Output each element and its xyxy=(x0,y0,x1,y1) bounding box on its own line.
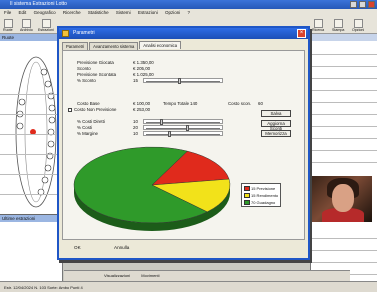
app-titlebar: Il sistema Estrazioni Lotto xyxy=(0,0,377,9)
costo-prev-checkbox[interactable] xyxy=(68,108,72,112)
toolbar-label: Stampa xyxy=(332,28,345,32)
memorizza-button[interactable]: Memorizza xyxy=(261,130,291,137)
minimize-button[interactable] xyxy=(350,1,357,8)
margine-label: % Margine xyxy=(77,131,98,136)
tab-content: Previsione Giocata € 1.350,00 Sconto € 2… xyxy=(62,50,305,240)
ok-button[interactable]: OK xyxy=(74,245,81,250)
tab-analisi-economica[interactable]: Analisi economica xyxy=(139,41,182,49)
pie-legend: 15 Previsione 15 Rendimento 70 Guadagno xyxy=(241,183,281,207)
toolbar-label: Estrazioni xyxy=(38,28,54,32)
tempo-totale-value: 140 xyxy=(190,101,198,106)
costo-prev-label: Costo Non Previsione xyxy=(74,107,117,112)
aggiorna-sconti-button[interactable]: Aggiorna Sconti xyxy=(261,120,291,131)
costi-value: 20 xyxy=(133,125,138,130)
toolbar-label: Archivio xyxy=(20,28,33,32)
prevision-label: Previsione Giocata xyxy=(77,60,114,65)
right-panel-header xyxy=(311,34,377,41)
toolbar-label: Ricerca xyxy=(312,28,325,32)
toolbar-opzioni-button[interactable] xyxy=(354,19,363,28)
costo-scon-value: 60 xyxy=(258,101,263,106)
tab-avanzamento[interactable]: Avanzamento sistema xyxy=(89,42,139,50)
toolbar-ruote-button[interactable] xyxy=(4,19,13,28)
bottom-list-title: Ultime estrazioni xyxy=(0,215,62,222)
margine-value: 10 xyxy=(133,131,138,136)
menu-item-statistiche[interactable]: Statistiche xyxy=(88,10,109,15)
legend-item: 15 Previsione xyxy=(244,186,275,192)
costi-label: % Costi xyxy=(77,125,93,130)
toolbar-stampa-button[interactable] xyxy=(334,19,343,28)
app-close-button[interactable] xyxy=(368,1,375,8)
maximize-button[interactable] xyxy=(359,1,366,8)
menu-item-sistemi[interactable]: Sistemi xyxy=(116,10,131,15)
sconto-label: Sconto xyxy=(77,66,91,71)
menu-bar: File Edit Geografico Ricerche Statistich… xyxy=(0,9,377,17)
video-thumbnail xyxy=(312,176,372,222)
costo-scon-label: Costo scon. xyxy=(228,101,252,106)
annulla-button[interactable]: Annulla xyxy=(114,245,129,250)
status-bar: Estr. 12/04/2024 N. 103 Sorte: Ambo Punt… xyxy=(0,281,377,292)
menu-item-geografico[interactable]: Geografico xyxy=(34,10,56,15)
dialog-titlebar: Parametri × xyxy=(59,28,308,39)
menu-item-edit[interactable]: Edit xyxy=(19,10,27,15)
tab-visualizzazioni[interactable]: Visualizzazioni xyxy=(104,273,130,278)
dialog-footer: OK Annulla xyxy=(62,242,305,256)
toolbar-label: Opzioni xyxy=(352,28,365,32)
dialog-tabs: Parametri Avanzamento sistema Analisi econ… xyxy=(62,41,182,50)
menu-item-help[interactable]: ? xyxy=(188,10,191,15)
bottom-tab-bar: Visualizzazioni Movimenti xyxy=(64,270,350,281)
toolbar-archivio-button[interactable] xyxy=(22,19,31,28)
left-panel-title: Ruote xyxy=(0,34,62,41)
toolbar-ricerca-button[interactable] xyxy=(314,19,323,28)
costo-prev-value: € 253,00 xyxy=(133,107,151,112)
right-panel xyxy=(310,34,377,292)
legend-item: 70 Guadagno xyxy=(244,200,275,206)
sconto-value: € 205,00 xyxy=(133,66,151,71)
parameters-dialog: Parametri × Parametri Avanzamento sistema… xyxy=(57,26,310,260)
costi-diretti-label: % Costi Diretti xyxy=(77,119,105,124)
tempo-totale-label: Tempo Totale xyxy=(163,101,190,106)
dialog-title: Parametri xyxy=(73,30,95,36)
menu-item-estrazioni[interactable]: Estrazioni xyxy=(138,10,158,15)
dialog-close-button[interactable]: × xyxy=(297,29,306,38)
tab-parametri[interactable]: Parametri xyxy=(62,42,89,50)
pie-chart xyxy=(73,146,231,231)
slider-thumb[interactable] xyxy=(178,78,182,84)
costi-slider[interactable] xyxy=(143,125,223,131)
menu-item-ricerche[interactable]: Ricerche xyxy=(63,10,81,15)
menu-item-file[interactable]: File xyxy=(4,10,11,15)
costo-base-value: € 100,00 xyxy=(133,101,151,106)
costi-diretti-value: 10 xyxy=(133,119,138,124)
legend-item: 15 Rendimento xyxy=(244,193,278,199)
pct-sconto-label: % Sconto xyxy=(77,78,96,83)
bottom-list: Ultime estrazioni xyxy=(0,214,62,281)
toolbar-label: Ruote xyxy=(3,28,13,32)
tab-movimenti[interactable]: Movimenti xyxy=(141,273,159,278)
app-title: Il sistema Estrazioni Lotto xyxy=(10,1,67,7)
salva-button[interactable]: Salva xyxy=(261,110,291,117)
prevision-value: € 1.350,00 xyxy=(133,60,154,65)
pct-sconto-slider[interactable] xyxy=(143,78,223,84)
menu-item-opzioni[interactable]: Opzioni xyxy=(165,10,180,15)
toolbar-estrazioni-button[interactable] xyxy=(42,19,51,28)
pct-sconto-value: 15 xyxy=(133,78,138,83)
costi-diretti-slider[interactable] xyxy=(143,119,223,125)
slider-thumb[interactable] xyxy=(167,131,171,137)
prev-scontata-value: € 1.025,00 xyxy=(133,72,154,77)
costo-base-label: Costo Base xyxy=(77,101,100,106)
prev-scontata-label: Previsione Scontata xyxy=(77,72,117,77)
margine-slider[interactable] xyxy=(143,131,223,137)
dialog-app-icon xyxy=(62,30,69,37)
